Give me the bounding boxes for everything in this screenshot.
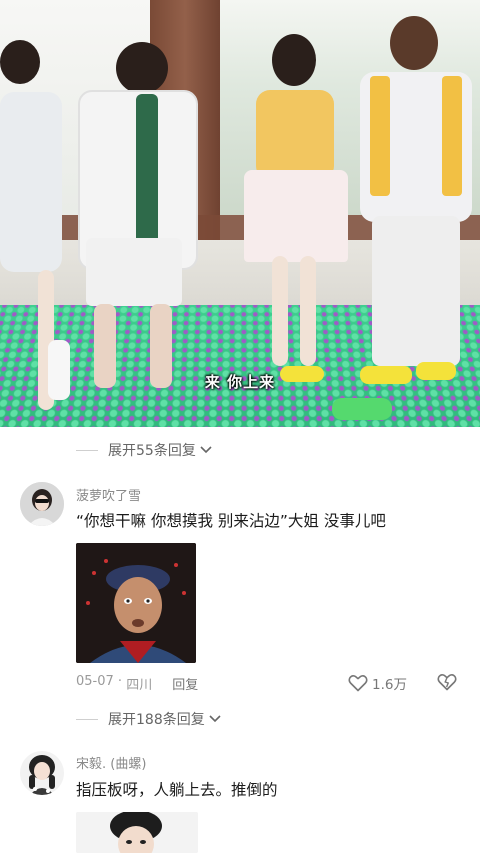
green-slipper: [332, 398, 392, 420]
expand-replies-label: 展开188条回复: [108, 712, 205, 728]
person-3: [242, 34, 352, 394]
chevron-down-icon: [200, 444, 212, 457]
meme-sticker-image[interactable]: [76, 543, 196, 663]
reply-image-thumbnail[interactable]: [76, 812, 198, 853]
chevron-down-icon: [209, 713, 221, 726]
like-button[interactable]: 1.6万: [348, 673, 407, 693]
avatar[interactable]: [20, 482, 64, 526]
divider-line: [76, 718, 98, 720]
heart-icon: [348, 675, 368, 692]
broken-heart-icon: [437, 674, 457, 691]
divider-line: [76, 449, 98, 451]
comment-username[interactable]: 宋毅. (曲螺): [76, 753, 146, 772]
expand-replies-mid[interactable]: 展开188条回复: [76, 709, 221, 729]
video-player[interactable]: 来 你上来: [0, 0, 480, 427]
comment-location: 四川: [126, 678, 153, 693]
video-subtitle: 来 你上来: [204, 373, 276, 391]
avatar[interactable]: [20, 751, 64, 795]
comment-text: 指压板呀，人躺上去。推倒的: [76, 781, 278, 799]
person-4: [352, 16, 480, 388]
comment-meta: 05-07 · 四川 回复: [76, 674, 198, 693]
meta-dot: ·: [113, 674, 127, 689]
comment-username[interactable]: 菠萝吹了雪: [76, 485, 141, 504]
dislike-button[interactable]: [436, 673, 458, 695]
like-count: 1.6万: [372, 677, 407, 693]
reply-button[interactable]: 回复: [172, 674, 198, 693]
comment-text: “你想干嘛 你想摸我 别来沾边”大姐 没事儿吧: [76, 512, 386, 530]
person-2: [58, 42, 218, 402]
expand-replies-top[interactable]: 展开55条回复: [76, 440, 212, 460]
expand-replies-label: 展开55条回复: [108, 443, 196, 459]
comment-date: 05-07: [76, 674, 114, 689]
